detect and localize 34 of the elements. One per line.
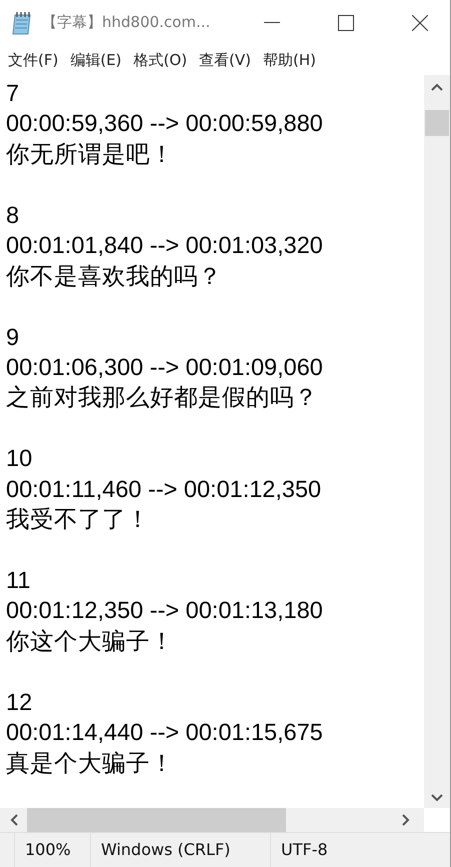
menu-item[interactable]: 格式(O)	[128, 46, 194, 74]
window-title: 【字幕】hhd800.com...	[42, 12, 210, 34]
close-icon	[412, 14, 428, 30]
menu-item[interactable]: 编辑(E)	[64, 46, 128, 74]
subtitle-text: 你这个大骗子！	[6, 628, 174, 654]
subtitle-index: 12	[6, 688, 32, 715]
menu-item[interactable]: 文件(F)	[2, 46, 64, 74]
subtitle-text: 你不是喜欢我的吗？	[6, 262, 222, 289]
subtitle-timing: 00:01:11,460 --> 00:01:12,350	[6, 476, 322, 502]
horizontal-scrollbar[interactable]	[0, 808, 424, 832]
subtitle-index: 9	[6, 324, 20, 350]
subtitle-timing: 00:01:01,840 --> 00:01:03,320	[6, 232, 323, 258]
subtitle-text: 我受不了了！	[6, 506, 150, 532]
subtitle-text: 你无所谓是吧！	[6, 140, 174, 167]
status-text: UTF-8	[281, 839, 328, 861]
minimize-icon	[264, 22, 280, 24]
subtitle-timing: 00:01:06,300 --> 00:01:09,060	[6, 354, 323, 380]
vertical-scrollbar[interactable]	[424, 75, 450, 808]
subtitle-index: 8	[6, 202, 20, 228]
subtitle-timing: 00:01:12,350 --> 00:01:13,180	[6, 597, 323, 624]
scroll-thumb[interactable]	[425, 110, 449, 136]
scroll-thumb[interactable]	[27, 808, 286, 832]
subtitle-timing: 00:00:59,360 --> 00:00:59,880	[6, 110, 323, 136]
menu-item[interactable]: 查看(V)	[193, 46, 258, 74]
subtitle-index: 7	[6, 80, 20, 106]
menu-item[interactable]: 帮助(H)	[257, 46, 322, 74]
status-text: 100%	[25, 839, 71, 861]
subtitle-text: 之前对我那么好都是假的吗？	[6, 384, 318, 410]
subtitle-index: 11	[6, 567, 30, 593]
status-text: Windows (CRLF)	[101, 839, 230, 861]
subtitle-index: 10	[6, 445, 32, 472]
maximize-icon	[338, 14, 354, 30]
subtitle-timing: 00:01:14,440 --> 00:01:15,675	[6, 719, 323, 746]
subtitle-text: 真是个大骗子！	[6, 750, 174, 776]
